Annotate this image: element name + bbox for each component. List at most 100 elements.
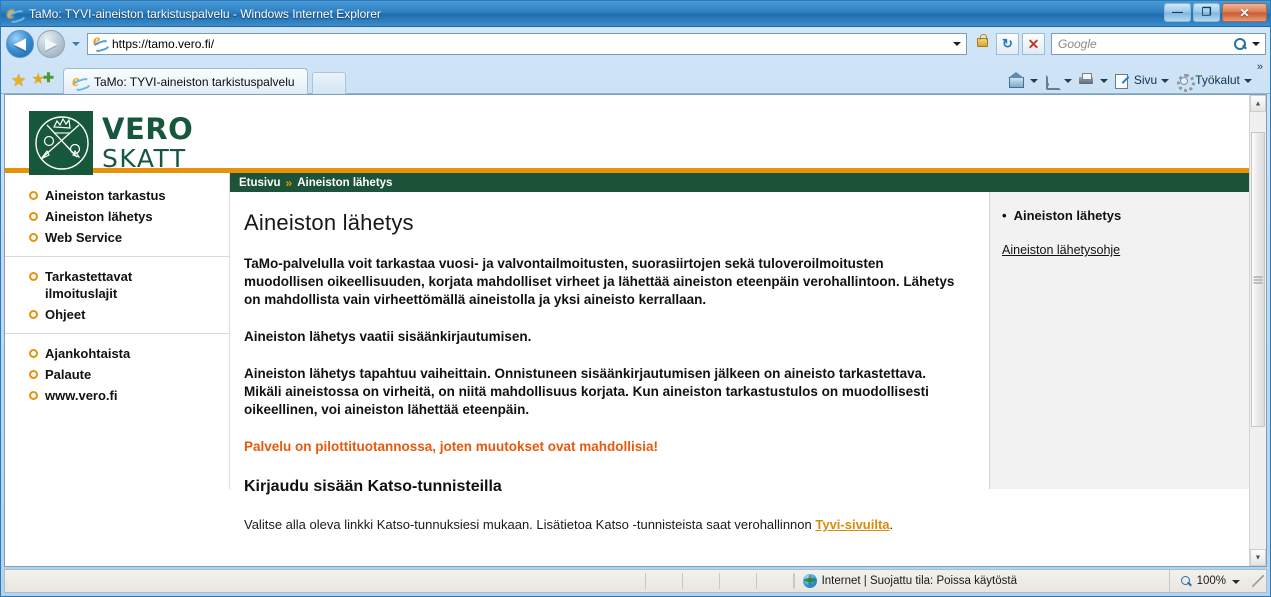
scrollbar-track[interactable] [1250, 112, 1266, 549]
chevron-up-icon: ▲ [1254, 100, 1262, 107]
sidebar-item-aineiston-lahetys[interactable]: Aineiston lähetys [5, 206, 229, 227]
chevron-down-icon[interactable] [1230, 574, 1242, 588]
home-button[interactable] [1005, 67, 1041, 93]
tab-favicon-icon [72, 71, 88, 91]
main-content: Aineiston lähetys TaMo-palvelulla voit t… [230, 192, 989, 532]
favorites-center-icon[interactable]: ★ [9, 67, 31, 93]
sidebar-nav: Aineiston tarkastus Aineiston lähetys We… [5, 173, 229, 489]
address-toolbar: ◀ ▶ https://tamo.vero.fi/ ↻ ✕ Google [1, 27, 1270, 61]
zoom-icon [1180, 575, 1193, 588]
login-instructions-text: Valitse alla oleva linkki Katso-tunnuksi… [244, 517, 816, 532]
bullet-icon [29, 233, 38, 242]
sidebar-item-palaute[interactable]: Palaute [5, 364, 229, 385]
window-titlebar: TaMo: TYVI-aineiston tarkistuspalvelu - … [1, 1, 1270, 27]
page-favicon-icon [92, 32, 108, 52]
bullet-icon [29, 391, 38, 400]
chevron-down-icon[interactable] [1029, 70, 1039, 90]
address-bar[interactable]: https://tamo.vero.fi/ [87, 32, 967, 55]
page-title: Aineiston lähetys [244, 210, 414, 235]
sidebar-item-label: www.vero.fi [45, 388, 118, 403]
page-viewport: VERO SKATT Aineiston tarkastus Aineiston… [4, 94, 1267, 567]
sidebar-item-www-vero-fi[interactable]: www.vero.fi [5, 385, 229, 406]
page-menu-button[interactable]: Sivu [1111, 67, 1172, 93]
chevron-down-icon[interactable] [1063, 70, 1073, 90]
status-message-area [5, 570, 645, 592]
window-controls: — ❐ ✕ [1164, 3, 1267, 22]
forward-arrow-icon: ▶ [45, 35, 57, 53]
chevron-down-icon[interactable] [1160, 70, 1170, 90]
tools-menu-label: Työkalut [1195, 73, 1240, 87]
sidebar-group-3: Ajankohtaista Palaute www.vero.fi [5, 333, 229, 406]
login-instructions: Valitse alla oleva linkki Katso-tunnuksi… [244, 516, 965, 534]
rail-link-lahetysohje[interactable]: Aineiston lähetysohje [1002, 243, 1120, 257]
sidebar-item-ohjeet[interactable]: Ohjeet [5, 304, 229, 325]
search-provider-dropdown-icon[interactable] [1249, 35, 1263, 53]
logo-word-vero: VERO [102, 112, 194, 146]
logo-word-skatt: SKATT [102, 144, 187, 173]
tab-label: TaMo: TYVI-aineiston tarkistuspalvelu [94, 74, 295, 89]
restore-icon: ❐ [1201, 6, 1212, 18]
back-arrow-icon: ◀ [14, 35, 26, 53]
bullet-icon [29, 212, 38, 221]
page-menu-label: Sivu [1133, 73, 1158, 87]
vero-emblem-icon [29, 111, 93, 175]
bullet-icon [29, 349, 38, 358]
minimize-button[interactable]: — [1164, 3, 1191, 22]
login-subheading: Kirjaudu sisään Katso-tunnisteilla [244, 478, 502, 495]
scroll-down-button[interactable]: ▼ [1250, 549, 1266, 566]
close-button[interactable]: ✕ [1222, 3, 1267, 22]
search-input[interactable]: Google [1051, 33, 1266, 55]
page-columns: Aineiston tarkastus Aineiston lähetys We… [5, 173, 1249, 532]
web-page: VERO SKATT Aineiston tarkastus Aineiston… [5, 95, 1249, 566]
sidebar-item-label: Tarkastettavat ilmoituslajit [45, 269, 133, 301]
sidebar-item-web-service[interactable]: Web Service [5, 227, 229, 248]
sidebar-item-ajankohtaista[interactable]: Ajankohtaista [5, 343, 229, 364]
restore-button[interactable]: ❐ [1193, 3, 1220, 22]
sidebar-item-aineiston-tarkastus[interactable]: Aineiston tarkastus [5, 185, 229, 206]
scroll-up-button[interactable]: ▲ [1250, 95, 1266, 112]
process-paragraph: Aineiston lähetys tapahtuu vaiheittain. … [244, 366, 929, 417]
login-requirement-paragraph: Aineiston lähetys vaatii sisäänkirjautum… [244, 329, 532, 344]
feeds-button[interactable] [1041, 67, 1075, 93]
toolbar-overflow-button[interactable]: » [1255, 61, 1266, 81]
home-icon [1007, 71, 1026, 89]
sidebar-group-2: Tarkastettavat ilmoituslajit Ohjeet [5, 256, 229, 325]
new-tab-button[interactable] [311, 72, 346, 94]
chevron-down-icon[interactable] [948, 34, 966, 54]
rail-heading: • Aineiston lähetys [1002, 208, 1235, 223]
recent-pages-dropdown[interactable] [68, 30, 84, 58]
back-button[interactable]: ◀ [6, 30, 34, 58]
sidebar-item-label: Aineiston lähetys [45, 209, 153, 224]
chevron-down-icon: ▼ [1254, 554, 1262, 561]
tools-menu-button[interactable]: Työkalut [1172, 67, 1255, 93]
security-zone-indicator[interactable]: Internet | Suojattu tila: Poissa käytöst… [793, 574, 1169, 588]
search-icon[interactable] [1231, 35, 1249, 53]
window-title: TaMo: TYVI-aineiston tarkistuspalvelu - … [29, 7, 381, 21]
intro-paragraph: TaMo-palvelulla voit tarkastaa vuosi- ja… [244, 256, 955, 307]
resize-grip-icon[interactable] [1252, 575, 1264, 587]
page-scrollbar[interactable]: ▲ ▼ [1249, 95, 1266, 566]
refresh-button[interactable]: ↻ [996, 33, 1019, 55]
bullet-icon: • [1002, 208, 1007, 223]
bullet-icon [29, 310, 38, 319]
breadcrumb-home-link[interactable]: Etusivu [239, 177, 281, 189]
zoom-level-label: 100% [1196, 575, 1226, 587]
zoom-control[interactable]: 100% [1168, 570, 1248, 592]
forward-button[interactable]: ▶ [37, 30, 65, 58]
stop-button[interactable]: ✕ [1022, 33, 1045, 55]
print-button[interactable] [1075, 67, 1111, 93]
scrollbar-thumb[interactable] [1251, 132, 1265, 427]
tab-tamo[interactable]: TaMo: TYVI-aineiston tarkistuspalvelu [63, 68, 308, 94]
sidebar-item-label: Aineiston tarkastus [45, 188, 166, 203]
vero-skatt-logo[interactable]: VERO SKATT [29, 111, 193, 175]
minimize-icon: — [1172, 6, 1183, 18]
sidebar-item-tarkastettavat-ilmoituslajit[interactable]: Tarkastettavat ilmoituslajit [5, 266, 229, 304]
pilot-alert-text: Palvelu on pilottituotannossa, joten muu… [244, 439, 659, 454]
add-to-favorites-icon[interactable]: ★ ✚ [31, 67, 57, 93]
security-lock-icon[interactable] [970, 33, 993, 55]
tyvi-sivuilta-link[interactable]: Tyvi-sivuilta [815, 517, 889, 532]
chevron-down-icon[interactable] [1099, 70, 1109, 90]
breadcrumb-current: Aineiston lähetys [297, 176, 393, 189]
chevron-down-icon[interactable] [1243, 70, 1253, 90]
address-bar-value: https://tamo.vero.fi/ [112, 37, 215, 51]
